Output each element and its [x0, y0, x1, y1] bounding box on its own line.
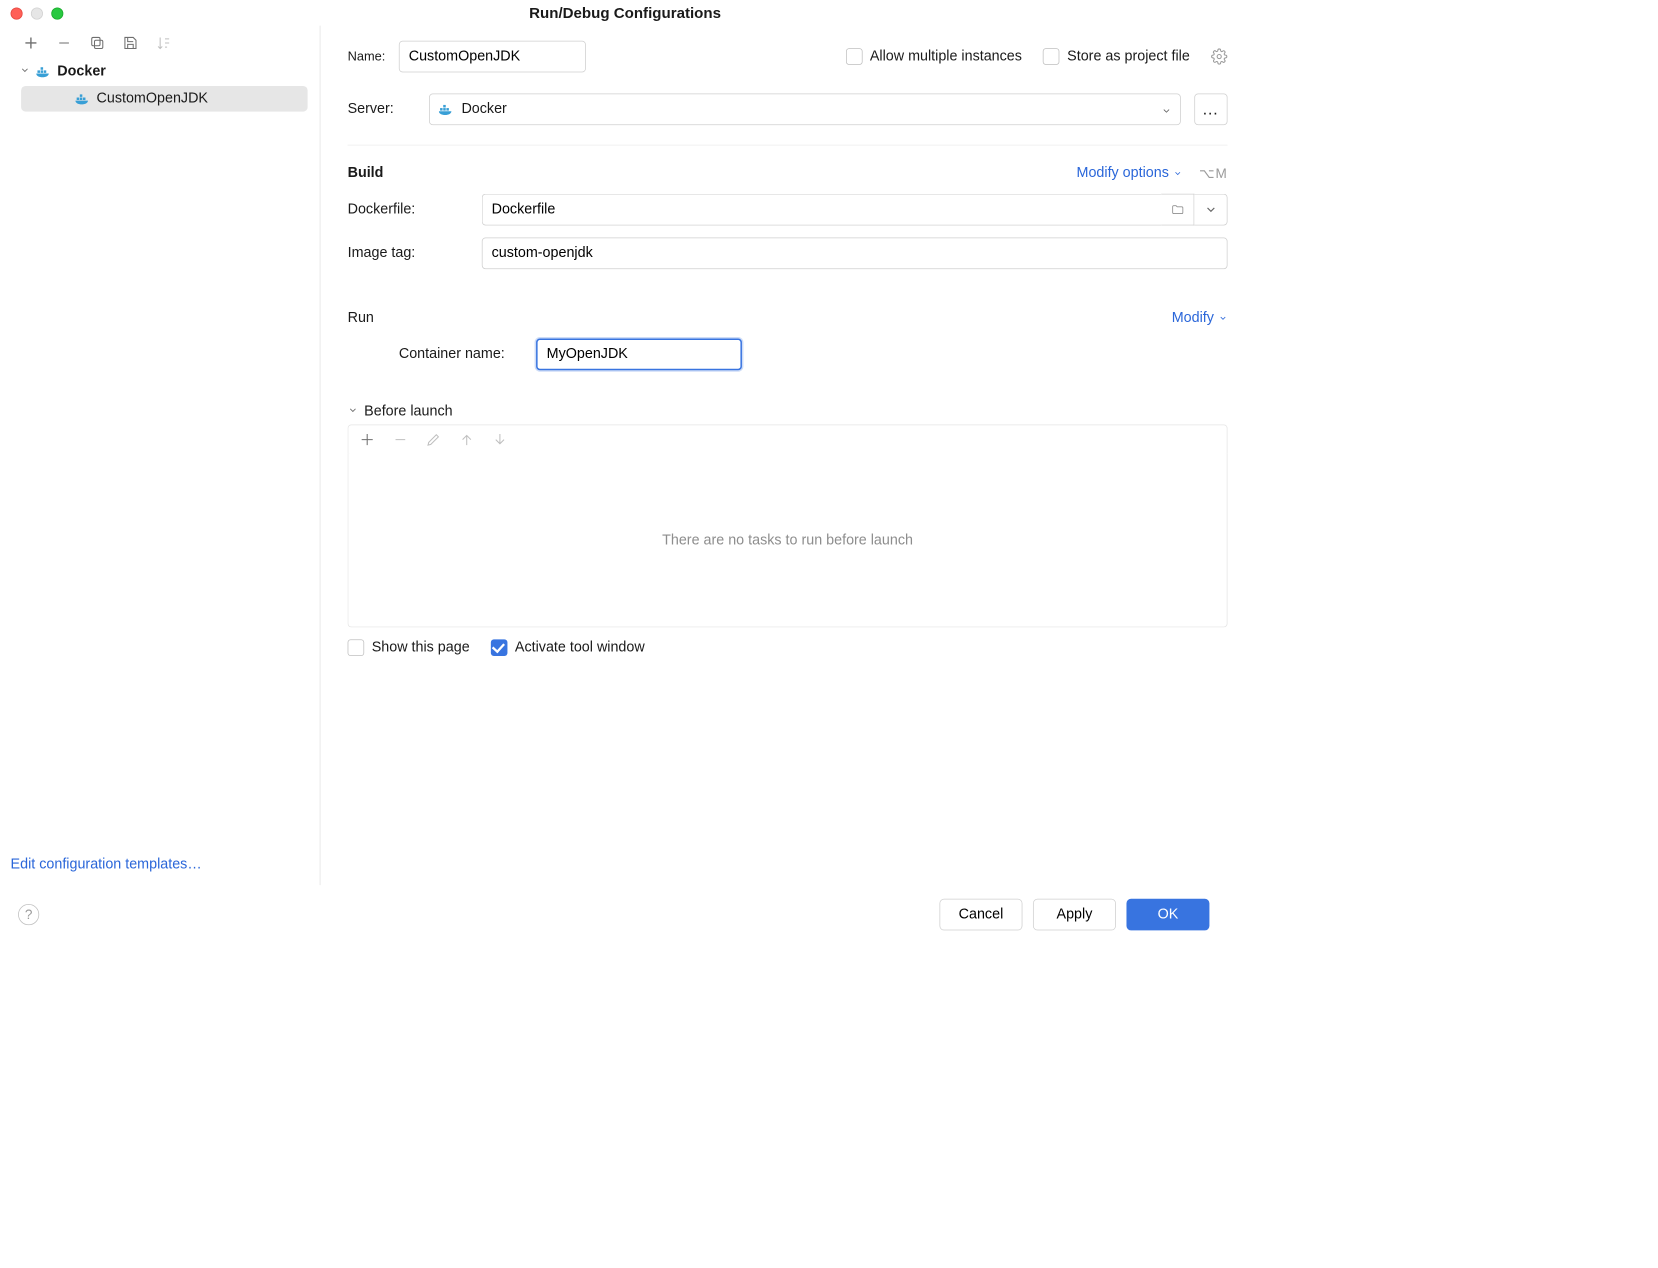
show-this-page-checkbox[interactable]: Show this page [348, 639, 470, 656]
dockerfile-history-button[interactable] [1194, 194, 1227, 226]
modify-options-shortcut: ⌥M [1199, 166, 1227, 182]
show-this-page-label: Show this page [372, 639, 470, 656]
server-select[interactable]: Docker [429, 93, 1181, 125]
help-icon[interactable]: ? [18, 904, 39, 925]
separator [348, 145, 1228, 146]
edit-templates-link[interactable]: Edit configuration templates… [6, 851, 314, 883]
dockerfile-picker [482, 194, 1228, 226]
before-launch-toolbar [348, 425, 1228, 454]
dialog-title: Run/Debug Configurations [0, 5, 1250, 22]
server-browse-button[interactable]: … [1194, 93, 1227, 125]
edit-task-icon[interactable] [425, 431, 442, 448]
store-project-checkbox[interactable]: Store as project file [1043, 48, 1190, 65]
sidebar-toolbar [6, 29, 314, 59]
before-launch-empty: There are no tasks to run before launch [662, 532, 913, 549]
copy-config-icon[interactable] [89, 35, 106, 52]
move-down-icon[interactable] [492, 431, 509, 448]
modify-run-link[interactable]: Modify [1172, 310, 1228, 327]
cancel-button[interactable]: Cancel [939, 899, 1022, 931]
activate-tool-window-label: Activate tool window [515, 639, 645, 656]
add-config-icon[interactable] [23, 35, 40, 52]
docker-icon [75, 92, 90, 106]
remove-task-icon[interactable] [392, 431, 409, 448]
activate-tool-window-box[interactable] [491, 639, 508, 656]
chevron-down-icon [1161, 104, 1172, 115]
server-select-wrap: Docker [429, 93, 1181, 125]
dockerfile-label: Dockerfile: [348, 201, 469, 218]
docker-icon [439, 103, 454, 117]
modify-options-label: Modify options [1077, 165, 1169, 182]
before-launch-header[interactable]: Before launch [348, 403, 1228, 420]
apply-button[interactable]: Apply [1033, 899, 1116, 931]
configurations-sidebar: Docker CustomOpenJDK Edit configuration … [0, 26, 320, 886]
folder-icon[interactable] [1161, 194, 1194, 226]
bottom-bar: ? Cancel Apply OK [0, 885, 1250, 956]
show-this-page-box[interactable] [348, 639, 365, 656]
before-launch-panel: There are no tasks to run before launch [348, 454, 1228, 627]
image-tag-input[interactable] [482, 238, 1228, 270]
tree-group-docker[interactable]: Docker [6, 59, 314, 85]
allow-multiple-box[interactable] [846, 48, 863, 65]
config-form: Name: Allow multiple instances Store as … [320, 26, 1250, 886]
gear-icon[interactable] [1211, 48, 1228, 65]
tree-item-label: CustomOpenJDK [97, 90, 208, 107]
modify-run-label: Modify [1172, 310, 1214, 327]
build-section-title: Build [348, 165, 384, 182]
sort-az-icon[interactable] [155, 35, 172, 52]
titlebar: Run/Debug Configurations [0, 0, 1250, 26]
image-tag-label: Image tag: [348, 245, 469, 262]
ok-button[interactable]: OK [1126, 899, 1209, 931]
chevron-down-icon [20, 63, 31, 80]
run-section-title: Run [348, 310, 374, 327]
add-task-icon[interactable] [359, 431, 376, 448]
name-label: Name: [348, 49, 386, 64]
before-launch-title: Before launch [364, 403, 452, 420]
save-config-icon[interactable] [122, 35, 139, 52]
container-name-label: Container name: [348, 346, 523, 363]
remove-config-icon[interactable] [56, 35, 73, 52]
tree-item-customopenjdk[interactable]: CustomOpenJDK [21, 86, 308, 112]
allow-multiple-checkbox[interactable]: Allow multiple instances [846, 48, 1022, 65]
server-label: Server: [348, 101, 416, 118]
dockerfile-input[interactable] [482, 194, 1161, 226]
move-up-icon[interactable] [458, 431, 475, 448]
chevron-down-icon [348, 403, 359, 420]
dialog-window: Run/Debug Configurations [0, 0, 1250, 956]
server-value: Docker [461, 101, 506, 118]
tree-group-label: Docker [57, 63, 106, 80]
container-name-input[interactable] [536, 339, 742, 371]
modify-options-link[interactable]: Modify options [1077, 165, 1183, 182]
store-project-box[interactable] [1043, 48, 1060, 65]
store-project-label: Store as project file [1067, 48, 1190, 65]
allow-multiple-label: Allow multiple instances [870, 48, 1022, 65]
docker-icon [36, 65, 51, 79]
activate-tool-window-checkbox[interactable]: Activate tool window [491, 639, 645, 656]
configurations-tree: Docker CustomOpenJDK [6, 59, 314, 851]
name-input[interactable] [399, 41, 586, 73]
